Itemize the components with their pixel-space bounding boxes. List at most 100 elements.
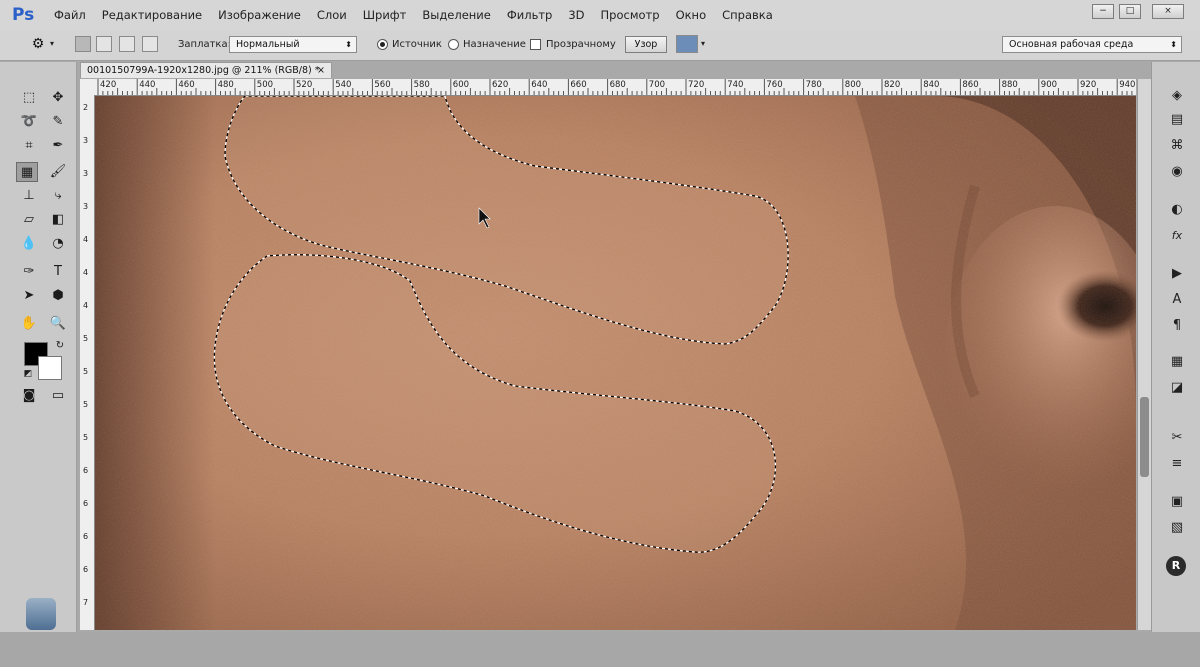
menu-type[interactable]: Шрифт	[363, 8, 407, 22]
transparent-checkbox[interactable]	[530, 39, 541, 50]
ruler-label: 4	[83, 235, 89, 244]
channels-icon[interactable]: ▤	[1166, 110, 1188, 130]
workspace-select[interactable]: Основная рабочая среда ⬍	[1002, 36, 1182, 53]
crop-icon[interactable]: ⌗	[18, 136, 40, 156]
ruler-label: 7	[83, 598, 89, 607]
character-icon[interactable]: A	[1166, 290, 1188, 310]
brush-icon[interactable]: 🖌	[47, 162, 69, 182]
paragraph-icon[interactable]: ¶	[1166, 316, 1188, 336]
tools-panel: ⬚ ✥ ➰ ✎ ⌗ ✒ ▦ 🖌 ⊥ ⤷ ▱ ◧ 💧 ◔ ✑ T ➤ ⬢ ✋ 🔍 …	[0, 62, 77, 632]
subtract-selection-icon[interactable]	[119, 36, 135, 52]
type-icon[interactable]: T	[47, 262, 69, 282]
document-tab[interactable]: 0010150799A-1920x1280.jpg @ 211% (RGB/8)…	[80, 62, 332, 78]
ruler-label: 560	[374, 80, 391, 90]
quick-mask-icon[interactable]: ◙	[18, 386, 40, 406]
screen-mode-icon[interactable]: ▭	[47, 386, 69, 406]
preset-dropdown-arrow-icon[interactable]: ▾	[50, 39, 54, 48]
properties-icon[interactable]: ≡	[1166, 454, 1188, 474]
pattern-button[interactable]: Узор	[625, 36, 667, 53]
quick-selection-icon[interactable]: ✎	[47, 112, 69, 132]
paths-icon[interactable]: ⌘	[1166, 136, 1188, 156]
ruler-label: 540	[335, 80, 352, 90]
ruler-label: 420	[100, 80, 117, 90]
scrollbar-thumb[interactable]	[1140, 397, 1149, 477]
default-colors-icon[interactable]: ◩	[17, 364, 39, 384]
lasso-icon[interactable]: ➰	[18, 112, 40, 132]
ruler-label: 840	[923, 80, 940, 90]
ruler-label: 820	[884, 80, 901, 90]
swap-colors-icon[interactable]: ↻	[49, 336, 71, 356]
destination-radio[interactable]	[448, 39, 459, 50]
new-selection-icon[interactable]	[75, 36, 91, 52]
ruler-label: 5	[83, 433, 89, 442]
eyedropper-icon[interactable]: ✒	[47, 136, 69, 156]
horizontal-ruler[interactable]: 420 440 460 480 500 520 540 560 580 600 620 640 660 6…	[80, 79, 1136, 96]
patch-icon[interactable]: ▦	[16, 162, 38, 182]
navigator-icon[interactable]: ◪	[1166, 378, 1188, 398]
layers-icon[interactable]: ◈	[1166, 86, 1188, 106]
adjustments-icon[interactable]: ◐	[1166, 200, 1188, 220]
menu-3d[interactable]: 3D	[568, 8, 584, 22]
shape-icon[interactable]: ⬢	[47, 286, 69, 306]
intersect-selection-icon[interactable]	[142, 36, 158, 52]
pattern-dropdown-arrow-icon[interactable]: ▾	[701, 39, 705, 48]
source-label: Источник	[392, 39, 442, 50]
ruler-label: 620	[492, 80, 509, 90]
source-radio[interactable]	[377, 39, 388, 50]
menu-image[interactable]: Изображение	[218, 8, 301, 22]
zoom-icon[interactable]: 🔍	[47, 314, 69, 334]
ruler-label: 2	[83, 103, 89, 112]
patch-tool-preset-icon[interactable]: ⚙	[30, 36, 46, 52]
swatches-icon[interactable]: ▦	[1166, 352, 1188, 372]
notes-icon[interactable]: ▣	[1166, 492, 1188, 512]
minimize-button[interactable]: −	[1092, 4, 1114, 19]
menu-view[interactable]: Просмотр	[601, 8, 660, 22]
menu-layer[interactable]: Слои	[317, 8, 347, 22]
marquee-icon[interactable]: ⬚	[18, 88, 40, 108]
photoshop-logo: Ps	[12, 5, 35, 25]
maximize-button[interactable]: □	[1119, 4, 1141, 19]
3d-icon[interactable]: ◉	[1166, 162, 1188, 182]
ruler-label: 680	[609, 80, 626, 90]
ruler-label: 480	[217, 80, 234, 90]
gradient-icon[interactable]: ◧	[47, 210, 69, 230]
vertical-ruler[interactable]: 2 3 3 3 4 4 4 5 5 5 5 6 6 6 6 7	[80, 95, 95, 630]
menu-window[interactable]: Окно	[676, 8, 707, 22]
hand-icon[interactable]: ✋	[18, 314, 40, 334]
r-icon[interactable]: R	[1166, 556, 1186, 576]
ruler-label: 780	[805, 80, 822, 90]
styles-icon[interactable]: fx	[1166, 226, 1188, 246]
menu-edit[interactable]: Редактирование	[102, 8, 202, 22]
actions-icon[interactable]: ▶	[1166, 264, 1188, 284]
blur-icon[interactable]: 💧	[18, 234, 40, 254]
add-selection-icon[interactable]	[96, 36, 112, 52]
close-button[interactable]: ×	[1152, 4, 1184, 19]
ruler-label: 860	[962, 80, 979, 90]
patch-mode-select[interactable]: Нормальный ⬍	[229, 36, 357, 53]
dodge-icon[interactable]: ◔	[47, 234, 69, 254]
menu-select[interactable]: Выделение	[422, 8, 491, 22]
menu-help[interactable]: Справка	[722, 8, 773, 22]
ruler-label: 6	[83, 466, 89, 475]
pen-icon[interactable]: ✑	[18, 262, 40, 282]
clone-stamp-icon[interactable]: ⊥	[18, 186, 40, 206]
ruler-label: 920	[1080, 80, 1097, 90]
ruler-label: 700	[648, 80, 666, 90]
pattern-swatch-icon[interactable]	[676, 35, 698, 53]
path-selection-icon[interactable]: ➤	[18, 286, 40, 306]
image-canvas[interactable]	[95, 96, 1136, 630]
move-icon[interactable]: ✥	[47, 88, 69, 108]
brushes-icon[interactable]: ✂	[1166, 428, 1188, 448]
close-icon[interactable]: ×	[317, 63, 325, 79]
menu-file[interactable]: Файл	[54, 8, 86, 22]
eraser-icon[interactable]: ▱	[18, 210, 40, 230]
vertical-scrollbar[interactable]	[1137, 79, 1151, 630]
menu-filter[interactable]: Фильтр	[507, 8, 553, 22]
ruler-label: 660	[570, 80, 587, 90]
ruler-label: 5	[83, 367, 89, 376]
history-brush-icon[interactable]: ⤷	[47, 186, 69, 206]
background-color-swatch[interactable]	[38, 356, 62, 380]
clone-source-icon[interactable]: ▧	[1166, 518, 1188, 538]
ruler-label: 6	[83, 565, 89, 574]
workspace-value: Основная рабочая среда	[1009, 39, 1134, 50]
